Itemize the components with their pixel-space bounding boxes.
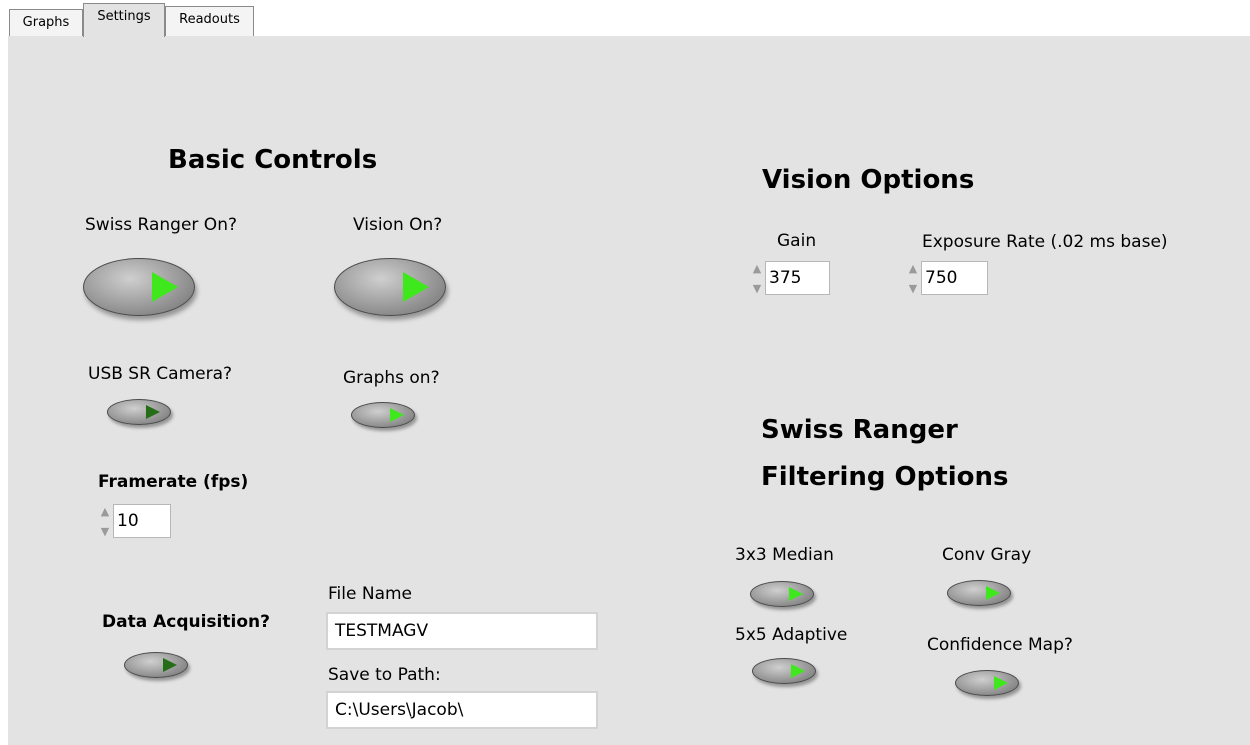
save-path-label: Save to Path: [328, 665, 441, 685]
tab-graphs[interactable]: Graphs [9, 9, 83, 36]
arrow-down-icon[interactable]: ▼ [98, 522, 112, 542]
play-indicator-icon [791, 664, 805, 678]
framerate-input[interactable]: 10 [113, 504, 171, 538]
arrow-down-icon[interactable]: ▼ [906, 279, 920, 299]
gain-label: Gain [777, 231, 817, 251]
arrow-up-icon[interactable]: ▲ [750, 259, 764, 279]
gain-input[interactable]: 375 [765, 261, 830, 295]
swiss-ranger-on-button[interactable] [83, 258, 195, 316]
data-acquisition-label: Data Acquisition? [102, 612, 270, 632]
adaptive-5x5-button[interactable] [752, 658, 816, 684]
confidence-map-button[interactable] [955, 670, 1019, 696]
play-indicator-icon [152, 272, 178, 302]
play-indicator-icon [163, 658, 177, 672]
usb-sr-camera-button[interactable] [107, 399, 171, 425]
arrow-up-icon[interactable]: ▲ [906, 259, 920, 279]
swiss-ranger-on-label: Swiss Ranger On? [85, 215, 237, 235]
file-name-field[interactable]: TESTMAGV [326, 612, 598, 650]
play-indicator-icon [789, 587, 803, 601]
conv-gray-label: Conv Gray [942, 545, 1032, 565]
exposure-rate-label: Exposure Rate (.02 ms base) [922, 232, 1168, 252]
exposure-rate-input[interactable]: 750 [921, 261, 988, 295]
arrow-down-icon[interactable]: ▼ [750, 279, 764, 299]
settings-panel: Basic Controls Swiss Ranger On? Vision O… [8, 36, 1250, 745]
exposure-rate-stepper[interactable]: ▲ ▼ [906, 259, 920, 299]
play-indicator-icon [146, 405, 160, 419]
conv-gray-button[interactable] [947, 580, 1011, 606]
filtering-options-heading-line2: Filtering Options [761, 462, 1009, 492]
tab-settings[interactable]: Settings [83, 3, 165, 37]
median-3x3-button[interactable] [750, 581, 814, 607]
confidence-map-label: Confidence Map? [927, 635, 1073, 655]
data-acquisition-button[interactable] [124, 652, 188, 678]
adaptive-5x5-label: 5x5 Adaptive [735, 625, 848, 645]
framerate-label: Framerate (fps) [98, 472, 249, 492]
usb-sr-camera-label: USB SR Camera? [88, 364, 233, 384]
play-indicator-icon [390, 408, 404, 422]
vision-options-heading: Vision Options [762, 165, 975, 195]
median-3x3-label: 3x3 Median [735, 545, 834, 565]
vision-on-button[interactable] [334, 258, 446, 316]
save-path-field[interactable]: C:\Users\Jacob\ [326, 691, 598, 729]
filtering-options-heading-line1: Swiss Ranger [761, 415, 958, 445]
vision-on-label: Vision On? [353, 215, 443, 235]
tab-readouts[interactable]: Readouts [165, 6, 254, 36]
play-indicator-icon [403, 272, 429, 302]
arrow-up-icon[interactable]: ▲ [98, 502, 112, 522]
file-name-label: File Name [328, 584, 413, 604]
graphs-on-label: Graphs on? [343, 368, 440, 388]
play-indicator-icon [986, 586, 1000, 600]
tab-bar: Graphs Settings Readouts [0, 0, 1250, 37]
basic-controls-heading: Basic Controls [168, 145, 378, 175]
gain-stepper[interactable]: ▲ ▼ [750, 259, 764, 299]
graphs-on-button[interactable] [351, 402, 415, 428]
framerate-stepper[interactable]: ▲ ▼ [98, 502, 112, 542]
play-indicator-icon [994, 676, 1008, 690]
